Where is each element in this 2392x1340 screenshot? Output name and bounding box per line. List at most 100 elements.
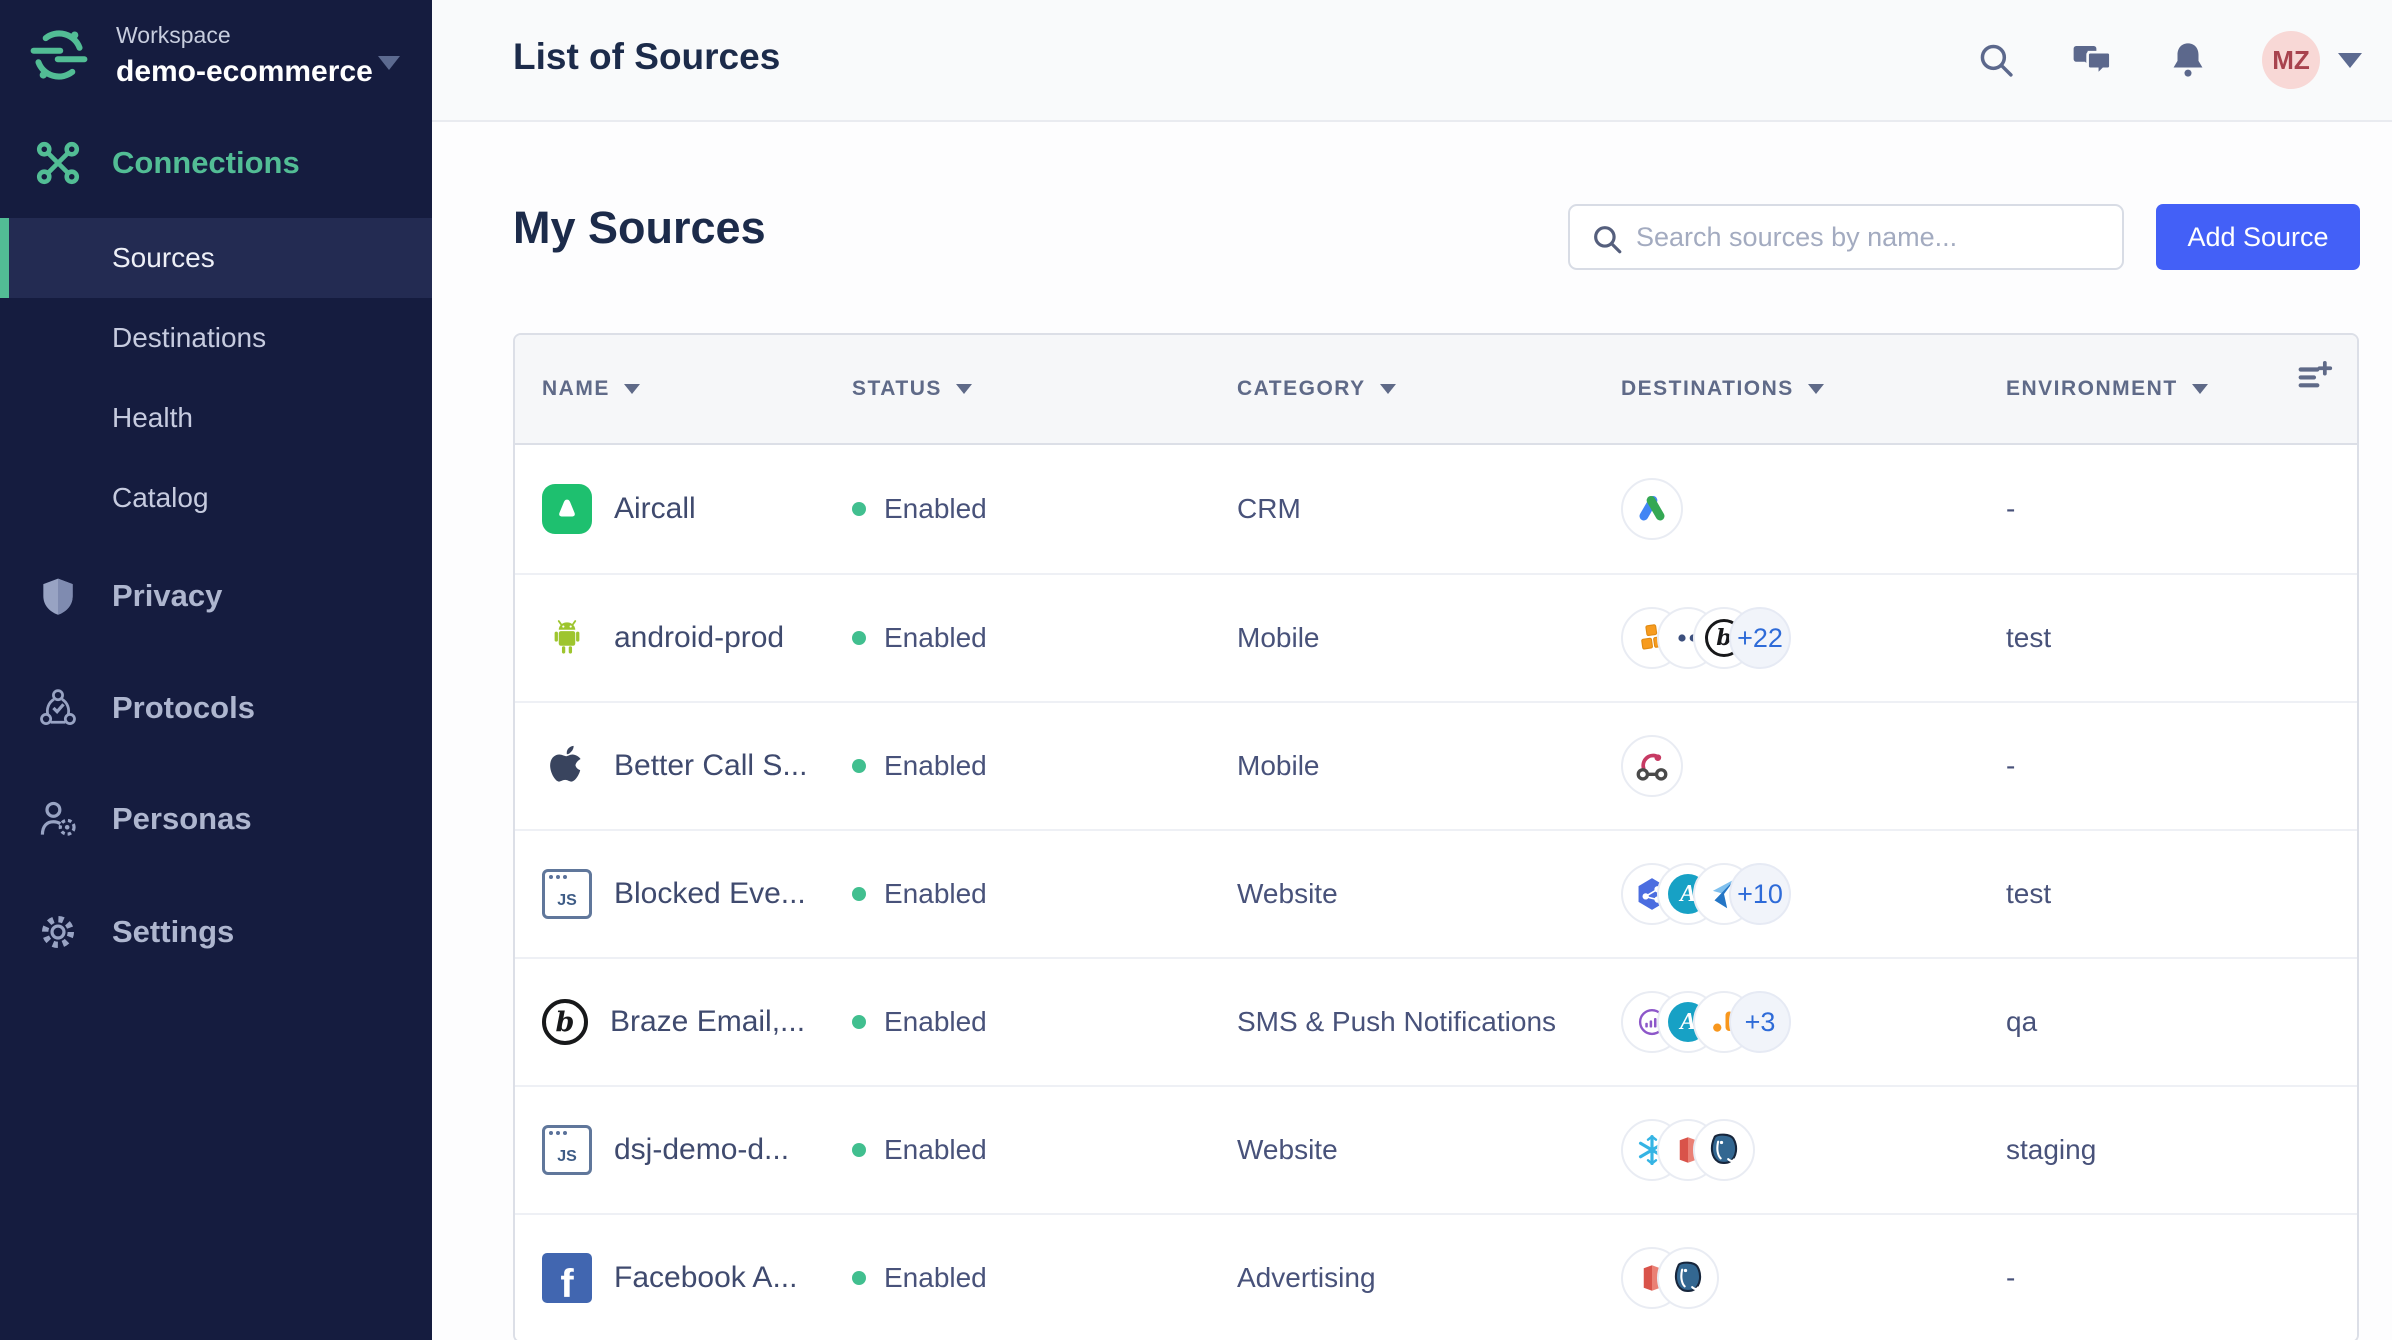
sidebar-item-health[interactable]: Health: [0, 378, 432, 458]
sidebar-item-label: Connections: [112, 145, 300, 180]
column-header-name[interactable]: NAME: [542, 377, 852, 401]
sidebar-item-privacy[interactable]: Privacy: [0, 556, 432, 636]
source-name: Aircall: [614, 492, 696, 525]
customize-columns-icon[interactable]: [2294, 357, 2334, 403]
table-row[interactable]: f Facebook A... Enabled Advertising -: [515, 1213, 2357, 1340]
chat-icon[interactable]: [2070, 38, 2114, 82]
sidebar-item-personas[interactable]: Personas: [0, 779, 432, 859]
source-name-cell: b Braze Email,...: [542, 999, 852, 1045]
status-text: Enabled: [884, 1134, 987, 1165]
sidebar-item-catalog[interactable]: Catalog: [0, 458, 432, 538]
table-row[interactable]: android-prod Enabled Mobile b +22 test: [515, 573, 2357, 701]
status-dot-icon: [852, 1143, 866, 1157]
status-text: Enabled: [884, 750, 987, 781]
sort-caret-icon: [955, 384, 972, 394]
source-name-cell: Aircall: [542, 484, 852, 534]
status-dot-icon: [852, 1271, 866, 1285]
destinations-cell: A +10: [1621, 863, 2006, 925]
sidebar-item-label: Health: [112, 402, 193, 433]
android-source-icon: [542, 613, 592, 663]
user-menu-caret-icon: [2338, 52, 2362, 68]
sidebar-item-protocols[interactable]: Protocols: [0, 668, 432, 748]
search-input[interactable]: [1636, 206, 2116, 268]
table-row[interactable]: JS Blocked Eve... Enabled Website A +10 test: [515, 829, 2357, 957]
sidebar-item-label: Settings: [112, 914, 235, 949]
status-text: Enabled: [884, 622, 987, 653]
source-name-cell: f Facebook A...: [542, 1253, 852, 1303]
status-cell: Enabled: [852, 493, 1237, 525]
status-dot-icon: [852, 502, 866, 516]
connections-nodes-icon: [36, 141, 80, 185]
apple-source-icon: [542, 741, 592, 791]
add-source-button[interactable]: Add Source: [2156, 204, 2360, 270]
sidebar-item-connections[interactable]: Connections: [0, 123, 432, 203]
source-name-cell: android-prod: [542, 613, 852, 663]
column-header-status[interactable]: STATUS: [852, 377, 1237, 401]
personas-icon: [36, 797, 80, 841]
javascript-source-icon: JS: [542, 1125, 592, 1175]
sidebar-item-sources[interactable]: Sources: [0, 218, 432, 298]
search-icon: [1594, 226, 1622, 254]
category-cell: Website: [1237, 1134, 1338, 1165]
environment-cell: -: [2006, 493, 2016, 524]
braze-source-icon: b: [542, 999, 588, 1045]
category-cell: Mobile: [1237, 622, 1320, 653]
search-icon[interactable]: [1974, 38, 2018, 82]
status-text: Enabled: [884, 493, 987, 524]
status-dot-icon: [852, 887, 866, 901]
source-name: android-prod: [614, 621, 785, 654]
column-header-environment[interactable]: ENVIRONMENT: [2006, 360, 2333, 401]
gear-icon: [36, 910, 80, 954]
javascript-source-icon: JS: [542, 869, 592, 919]
sidebar-item-label: Sources: [112, 242, 215, 273]
sidebar-item-label: Catalog: [112, 482, 209, 513]
sidebar-item-settings[interactable]: Settings: [0, 892, 432, 972]
destination-icon-google-ads: [1621, 478, 1683, 540]
bell-icon[interactable]: [2166, 38, 2210, 82]
category-cell: Advertising: [1237, 1262, 1376, 1293]
environment-cell: qa: [2006, 1006, 2038, 1037]
table-row[interactable]: b Braze Email,... Enabled SMS & Push Notifi…: [515, 957, 2357, 1085]
destinations-cell: [1621, 1247, 2006, 1309]
category-cell: SMS & Push Notifications: [1237, 1006, 1557, 1037]
avatar[interactable]: MZ: [2262, 31, 2320, 89]
destinations-cell: b +22: [1621, 607, 2006, 669]
sort-caret-icon: [623, 384, 640, 394]
main-content: My Sources Add Source NAME STATUS CATEGO…: [432, 122, 2392, 1340]
source-name: Facebook A...: [614, 1261, 798, 1294]
source-name: Braze Email,...: [610, 1005, 806, 1038]
source-name: Better Call S...: [614, 749, 808, 782]
workspace-caret-icon: [378, 56, 400, 70]
workspace-name: demo-ecommerce: [116, 55, 373, 88]
column-header-category[interactable]: CATEGORY: [1237, 377, 1621, 401]
page-title: List of Sources: [513, 36, 781, 77]
facebook-source-icon: f: [542, 1253, 592, 1303]
sort-caret-icon: [1379, 384, 1396, 394]
destination-icon-postgres: [1657, 1247, 1719, 1309]
environment-cell: test: [2006, 878, 2052, 909]
table-row[interactable]: JS dsj-demo-d... Enabled Website staging: [515, 1085, 2357, 1213]
status-text: Enabled: [884, 878, 987, 909]
sidebar-item-label: Privacy: [112, 578, 223, 613]
sidebar-item-destinations[interactable]: Destinations: [0, 298, 432, 378]
table-row[interactable]: Aircall Enabled CRM -: [515, 445, 2357, 573]
section-heading: My Sources: [513, 202, 766, 253]
destinations-cell: [1621, 1119, 2006, 1181]
environment-cell: staging: [2006, 1134, 2097, 1165]
column-header-destinations[interactable]: DESTINATIONS: [1621, 377, 2006, 401]
sidebar-item-label: Protocols: [112, 690, 255, 725]
status-dot-icon: [852, 759, 866, 773]
status-cell: Enabled: [852, 622, 1237, 654]
sort-caret-icon: [1807, 384, 1824, 394]
app-window: Workspace demo-ecommerce Connections Sou…: [0, 0, 2392, 1340]
status-text: Enabled: [884, 1006, 987, 1037]
protocols-icon: [36, 686, 80, 730]
segment-logo-icon: [30, 26, 88, 89]
sources-table: NAME STATUS CATEGORY DESTINATIONS ENVIRO…: [513, 333, 2359, 1340]
workspace-label: Workspace: [116, 22, 231, 48]
table-row[interactable]: Better Call S... Enabled Mobile -: [515, 701, 2357, 829]
destinations-cell: A +3: [1621, 991, 2006, 1053]
destinations-cell: [1621, 735, 2006, 797]
sort-caret-icon: [2191, 384, 2208, 394]
user-menu[interactable]: MZ: [2262, 31, 2362, 89]
